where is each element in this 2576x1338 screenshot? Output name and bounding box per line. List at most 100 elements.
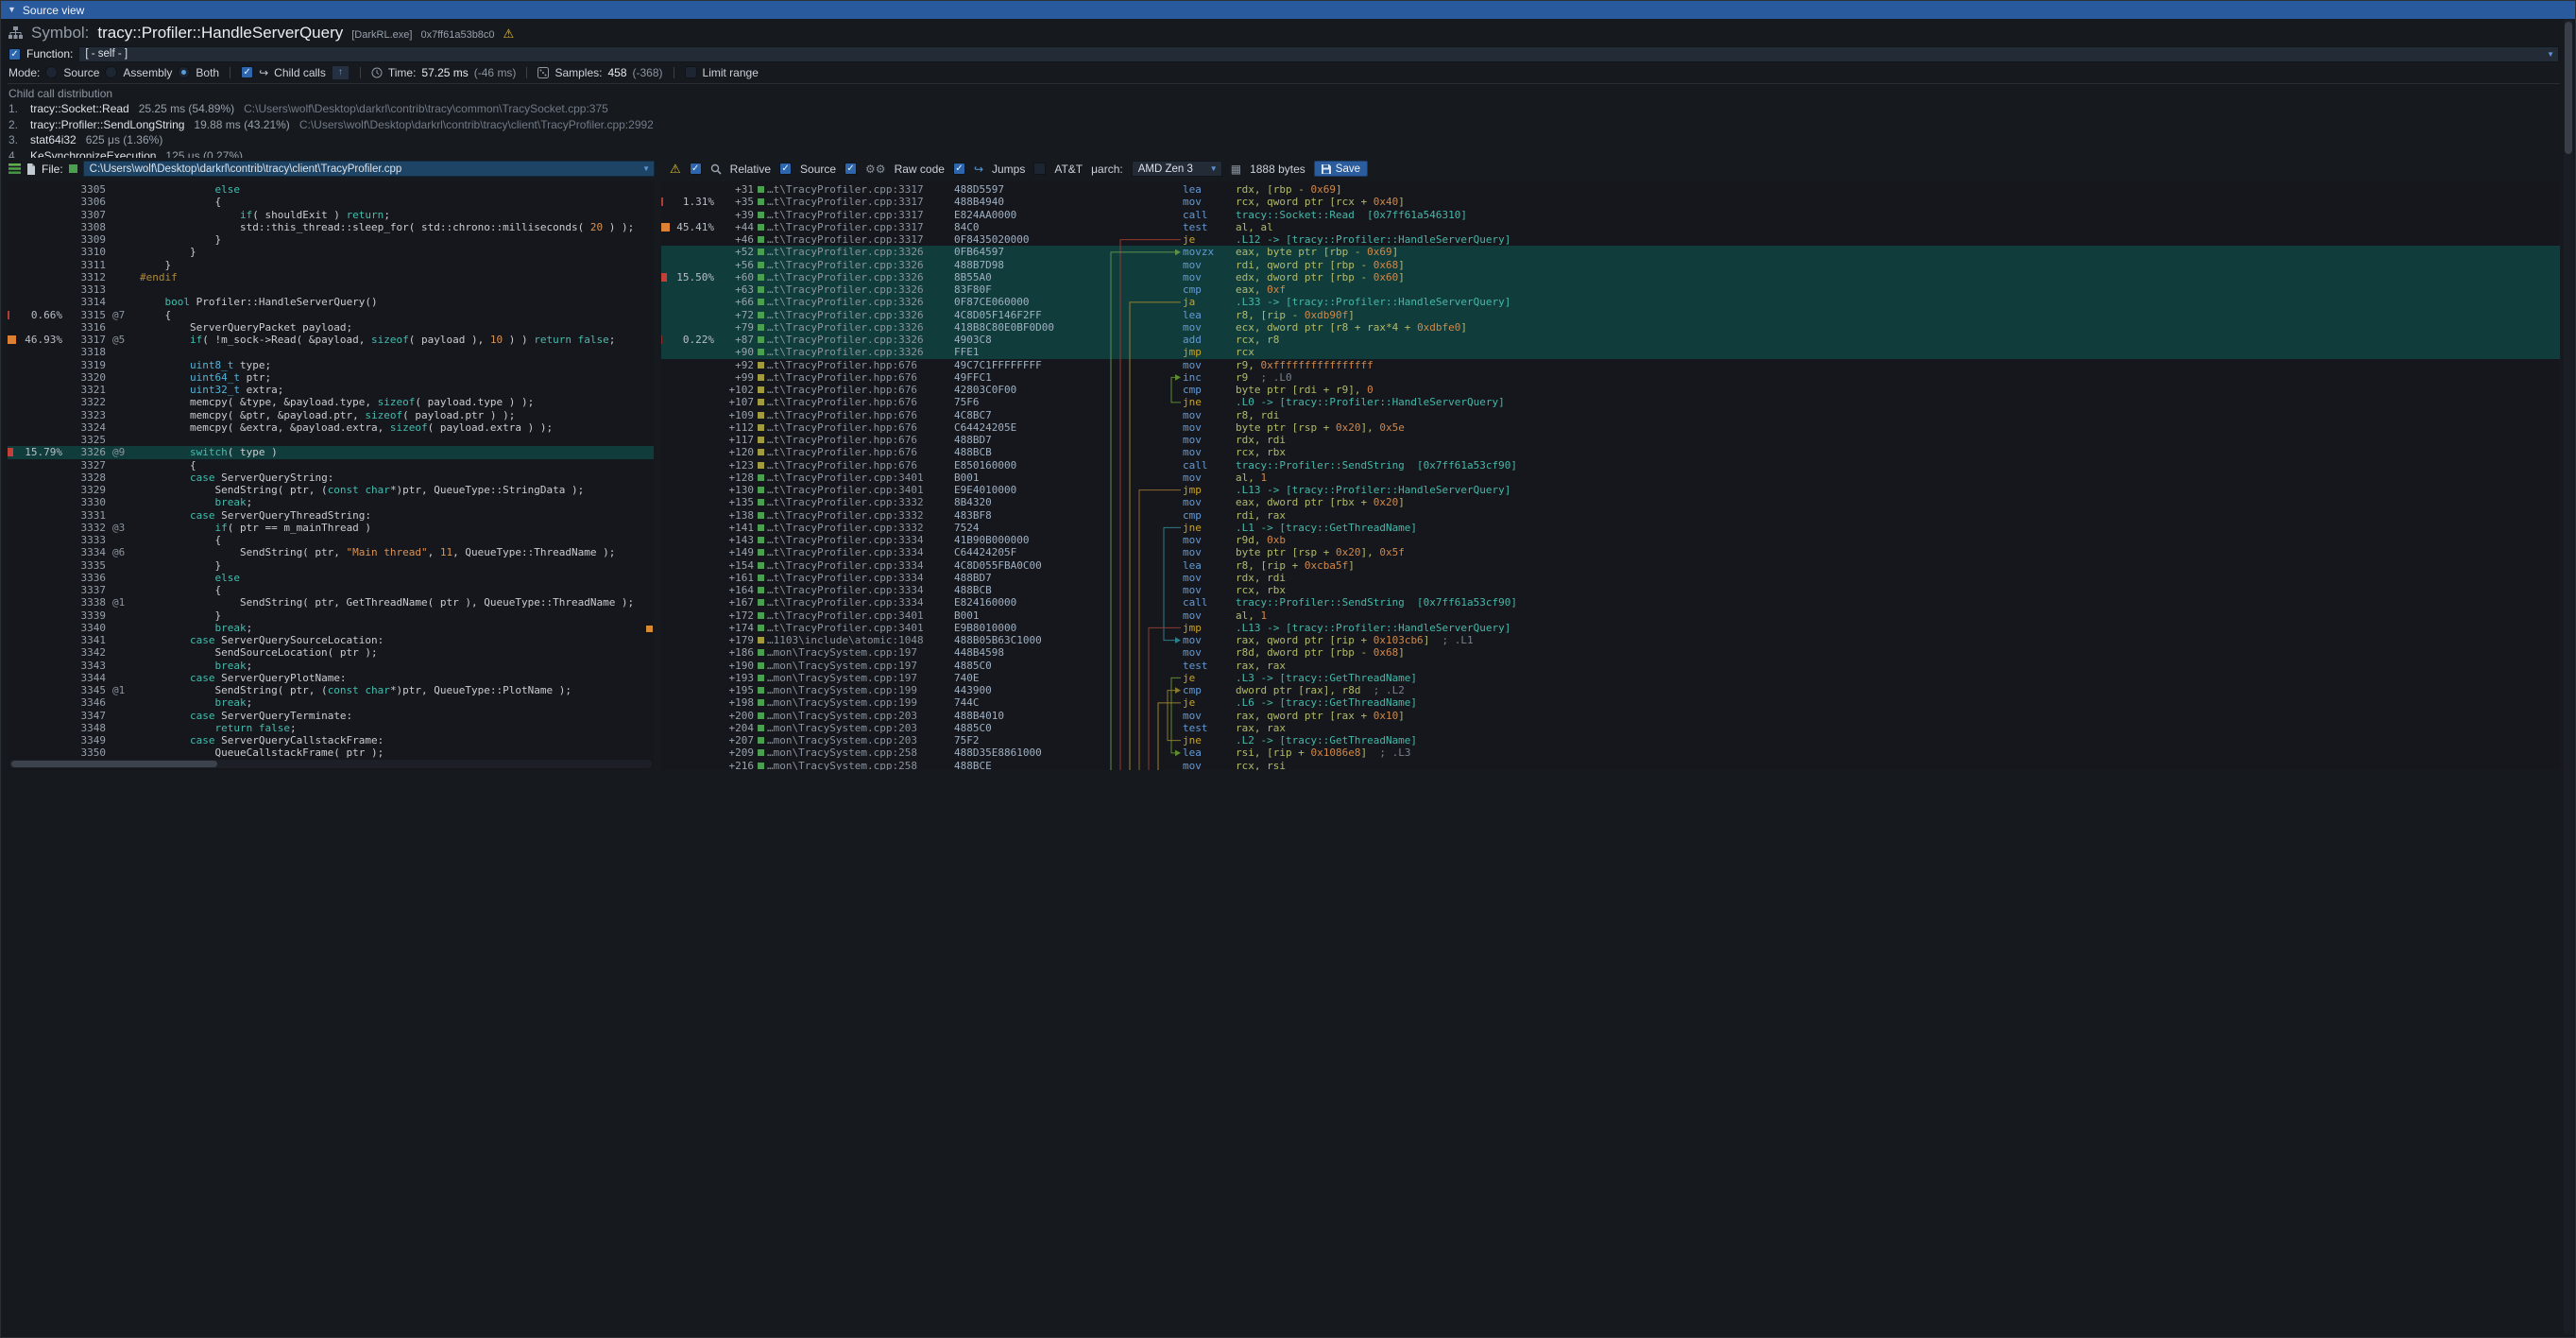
relative-checkbox[interactable]	[690, 163, 702, 175]
propagate-inlines-button[interactable]: ↑	[332, 65, 350, 80]
source-line[interactable]: 3337 {	[8, 584, 654, 596]
asm-source-location[interactable]: …mon\TracySystem.cpp:203	[767, 734, 954, 746]
assembly-row[interactable]: +123…t\TracyProfiler.hpp:676E850160000ca…	[661, 459, 2560, 472]
assembly-row[interactable]: +193…mon\TracySystem.cpp:197740Eje.L3 ->…	[661, 672, 2560, 684]
assembly-row[interactable]: +141…t\TracyProfiler.cpp:33327524jne.L1 …	[661, 522, 2560, 534]
asm-source-location[interactable]: …mon\TracySystem.cpp:199	[767, 684, 954, 696]
file-list-icon[interactable]	[9, 163, 21, 174]
asm-source-location[interactable]: …mon\TracySystem.cpp:258	[767, 746, 954, 759]
assembly-row[interactable]: +216…mon\TracySystem.cpp:258488BCEmovrcx…	[661, 760, 2560, 771]
assembly-row[interactable]: +90…t\TracyProfiler.cpp:3326FFE1jmprcx	[661, 346, 2560, 358]
source-line[interactable]: 3316 ServerQueryPacket payload;	[8, 321, 654, 334]
asm-source-location[interactable]: …t\TracyProfiler.cpp:3334	[767, 572, 954, 584]
source-line[interactable]: 3305 else	[8, 183, 654, 196]
assembly-row[interactable]: +117…t\TracyProfiler.hpp:676488BD7movrdx…	[661, 434, 2560, 446]
source-line[interactable]: 3350 QueueCallstackFrame( ptr );	[8, 746, 654, 759]
asm-source-location[interactable]: …t\TracyProfiler.cpp:3334	[767, 559, 954, 572]
assembly-row[interactable]: +128…t\TracyProfiler.cpp:3401B001moval, …	[661, 472, 2560, 484]
asm-source-location[interactable]: …t\TracyProfiler.hpp:676	[767, 384, 954, 396]
source-line[interactable]: 3306 {	[8, 196, 654, 208]
assembly-row[interactable]: +63…t\TracyProfiler.cpp:332683F80Fcmpeax…	[661, 283, 2560, 296]
asm-source-location[interactable]: …t\TracyProfiler.hpp:676	[767, 434, 954, 446]
source-line[interactable]: 3329 SendString( ptr, (const char*)ptr, …	[8, 484, 654, 496]
asm-source-location[interactable]: …t\TracyProfiler.cpp:3317	[767, 233, 954, 246]
source-line[interactable]: 3323 memcpy( &ptr, &payload.ptr, sizeof(…	[8, 409, 654, 421]
source-line[interactable]: 3336 else	[8, 572, 654, 584]
assembly-row[interactable]: +46…t\TracyProfiler.cpp:33170F8435020000…	[661, 233, 2560, 246]
source-line[interactable]: 3333 {	[8, 534, 654, 546]
radio-source[interactable]	[45, 66, 58, 78]
asm-source-location[interactable]: …1103\include\atomic:1048	[767, 634, 954, 646]
assembly-row[interactable]: +109…t\TracyProfiler.hpp:6764C8BC7movr8,…	[661, 409, 2560, 421]
source-line[interactable]: 3344 case ServerQueryPlotName:	[8, 672, 654, 684]
assembly-row[interactable]: +167…t\TracyProfiler.cpp:3334E824160000c…	[661, 596, 2560, 609]
collapse-arrow-icon[interactable]: ▼	[8, 6, 16, 14]
asm-source-location[interactable]: …t\TracyProfiler.hpp:676	[767, 421, 954, 434]
asm-source-location[interactable]: …t\TracyProfiler.cpp:3326	[767, 283, 954, 296]
assembly-row[interactable]: +92…t\TracyProfiler.hpp:67649C7C1FFFFFFF…	[661, 359, 2560, 371]
asm-source-location[interactable]: …t\TracyProfiler.hpp:676	[767, 396, 954, 408]
source-line[interactable]: 3324 memcpy( &extra, &payload.extra, siz…	[8, 421, 654, 434]
source-line[interactable]: 3339 }	[8, 609, 654, 622]
asm-source-location[interactable]: …t\TracyProfiler.cpp:3334	[767, 534, 954, 546]
assembly-row[interactable]: +31…t\TracyProfiler.cpp:3317488D5597lear…	[661, 183, 2560, 196]
assembly-row[interactable]: +164…t\TracyProfiler.cpp:3334488BCBmovrc…	[661, 584, 2560, 596]
assembly-row[interactable]: +107…t\TracyProfiler.hpp:67675F6jne.L0 -…	[661, 396, 2560, 408]
assembly-row[interactable]: +161…t\TracyProfiler.cpp:3334488BD7movrd…	[661, 572, 2560, 584]
source-line[interactable]: 3311 }	[8, 259, 654, 271]
source-line[interactable]: 3309 }	[8, 233, 654, 246]
asm-source-location[interactable]: …mon\TracySystem.cpp:197	[767, 646, 954, 659]
source-line[interactable]: 3330 break;	[8, 496, 654, 508]
assembly-row[interactable]: +120…t\TracyProfiler.hpp:676488BCBmovrcx…	[661, 446, 2560, 458]
asm-source-location[interactable]: …t\TracyProfiler.cpp:3401	[767, 622, 954, 634]
source-line[interactable]: 3347 case ServerQueryTerminate:	[8, 710, 654, 722]
asm-source-location[interactable]: …t\TracyProfiler.cpp:3401	[767, 609, 954, 622]
radio-both[interactable]	[178, 66, 190, 78]
source-horizontal-scrollbar[interactable]	[9, 760, 652, 768]
source-line[interactable]: 3314 bool Profiler::HandleServerQuery()	[8, 296, 654, 308]
asm-source-location[interactable]: …mon\TracySystem.cpp:258	[767, 760, 954, 771]
source-line[interactable]: 3346 break;	[8, 696, 654, 709]
asm-source-location[interactable]: …t\TracyProfiler.cpp:3317	[767, 183, 954, 196]
source-line[interactable]: 3322 memcpy( &type, &payload.type, sizeo…	[8, 396, 654, 408]
uarch-selector[interactable]: AMD Zen 3 ▼	[1132, 161, 1222, 177]
asm-source-location[interactable]: …t\TracyProfiler.cpp:3317	[767, 221, 954, 233]
asm-source-location[interactable]: …t\TracyProfiler.cpp:3401	[767, 472, 954, 484]
source-line[interactable]: 3342 SendSourceLocation( ptr );	[8, 646, 654, 659]
assembly-row[interactable]: +135…t\TracyProfiler.cpp:33328B4320movea…	[661, 496, 2560, 508]
assembly-row[interactable]: +138…t\TracyProfiler.cpp:3332483BF8cmprd…	[661, 509, 2560, 522]
asm-source-location[interactable]: …t\TracyProfiler.cpp:3317	[767, 196, 954, 208]
assembly-row[interactable]: +190…mon\TracySystem.cpp:1974885C0testra…	[661, 660, 2560, 672]
source-line[interactable]: 3341 case ServerQuerySourceLocation:	[8, 634, 654, 646]
asm-source-location[interactable]: …mon\TracySystem.cpp:199	[767, 696, 954, 709]
asm-source-location[interactable]: …t\TracyProfiler.cpp:3326	[767, 334, 954, 346]
assembly-row[interactable]: +174…t\TracyProfiler.cpp:3401E9B8010000j…	[661, 622, 2560, 634]
jumps-checkbox[interactable]	[953, 163, 965, 175]
limit-range-checkbox[interactable]	[685, 66, 697, 78]
child-calls-checkbox[interactable]	[241, 66, 253, 78]
assembly-row[interactable]: +172…t\TracyProfiler.cpp:3401B001moval, …	[661, 609, 2560, 622]
asm-source-location[interactable]: …t\TracyProfiler.hpp:676	[767, 371, 954, 384]
function-checkbox[interactable]	[9, 48, 21, 60]
assembly-row[interactable]: +72…t\TracyProfiler.cpp:33264C8D05F146F2…	[661, 309, 2560, 321]
source-line[interactable]: 3318	[8, 346, 654, 358]
limit-range-label[interactable]: Limit range	[703, 66, 759, 79]
rawcode-label[interactable]: Raw code	[895, 163, 945, 176]
assembly-row[interactable]: +200…mon\TracySystem.cpp:203488B4010movr…	[661, 710, 2560, 722]
source-line[interactable]: 15.79%3326@9 switch( type )	[8, 446, 654, 458]
child-calls-label[interactable]: Child calls	[274, 66, 326, 79]
assembly-row[interactable]: 0.22%+87…t\TracyProfiler.cpp:33264903C8a…	[661, 334, 2560, 346]
source-line[interactable]: 3348 return false;	[8, 722, 654, 734]
assembly-row[interactable]: +154…t\TracyProfiler.cpp:33344C8D055FBA0…	[661, 559, 2560, 572]
source-line[interactable]: 3349 case ServerQueryCallstackFrame:	[8, 734, 654, 746]
asm-source-location[interactable]: …mon\TracySystem.cpp:203	[767, 722, 954, 734]
assembly-row[interactable]: +195…mon\TracySystem.cpp:199443900cmpdwo…	[661, 684, 2560, 696]
source-line[interactable]: 3338@1 SendString( ptr, GetThreadName( p…	[8, 596, 654, 609]
source-line[interactable]: 3310 }	[8, 246, 654, 258]
radio-assembly[interactable]	[105, 66, 117, 78]
assembly-row[interactable]: 1.31%+35…t\TracyProfiler.cpp:3317488B494…	[661, 196, 2560, 208]
source-line[interactable]: 3319 uint8_t type;	[8, 359, 654, 371]
asm-source-location[interactable]: …t\TracyProfiler.cpp:3334	[767, 546, 954, 558]
assembly-row[interactable]: +39…t\TracyProfiler.cpp:3317E824AA0000ca…	[661, 209, 2560, 221]
child-call-row[interactable]: 1.tracy::Socket::Read25.25 ms (54.89%)C:…	[9, 101, 2559, 117]
